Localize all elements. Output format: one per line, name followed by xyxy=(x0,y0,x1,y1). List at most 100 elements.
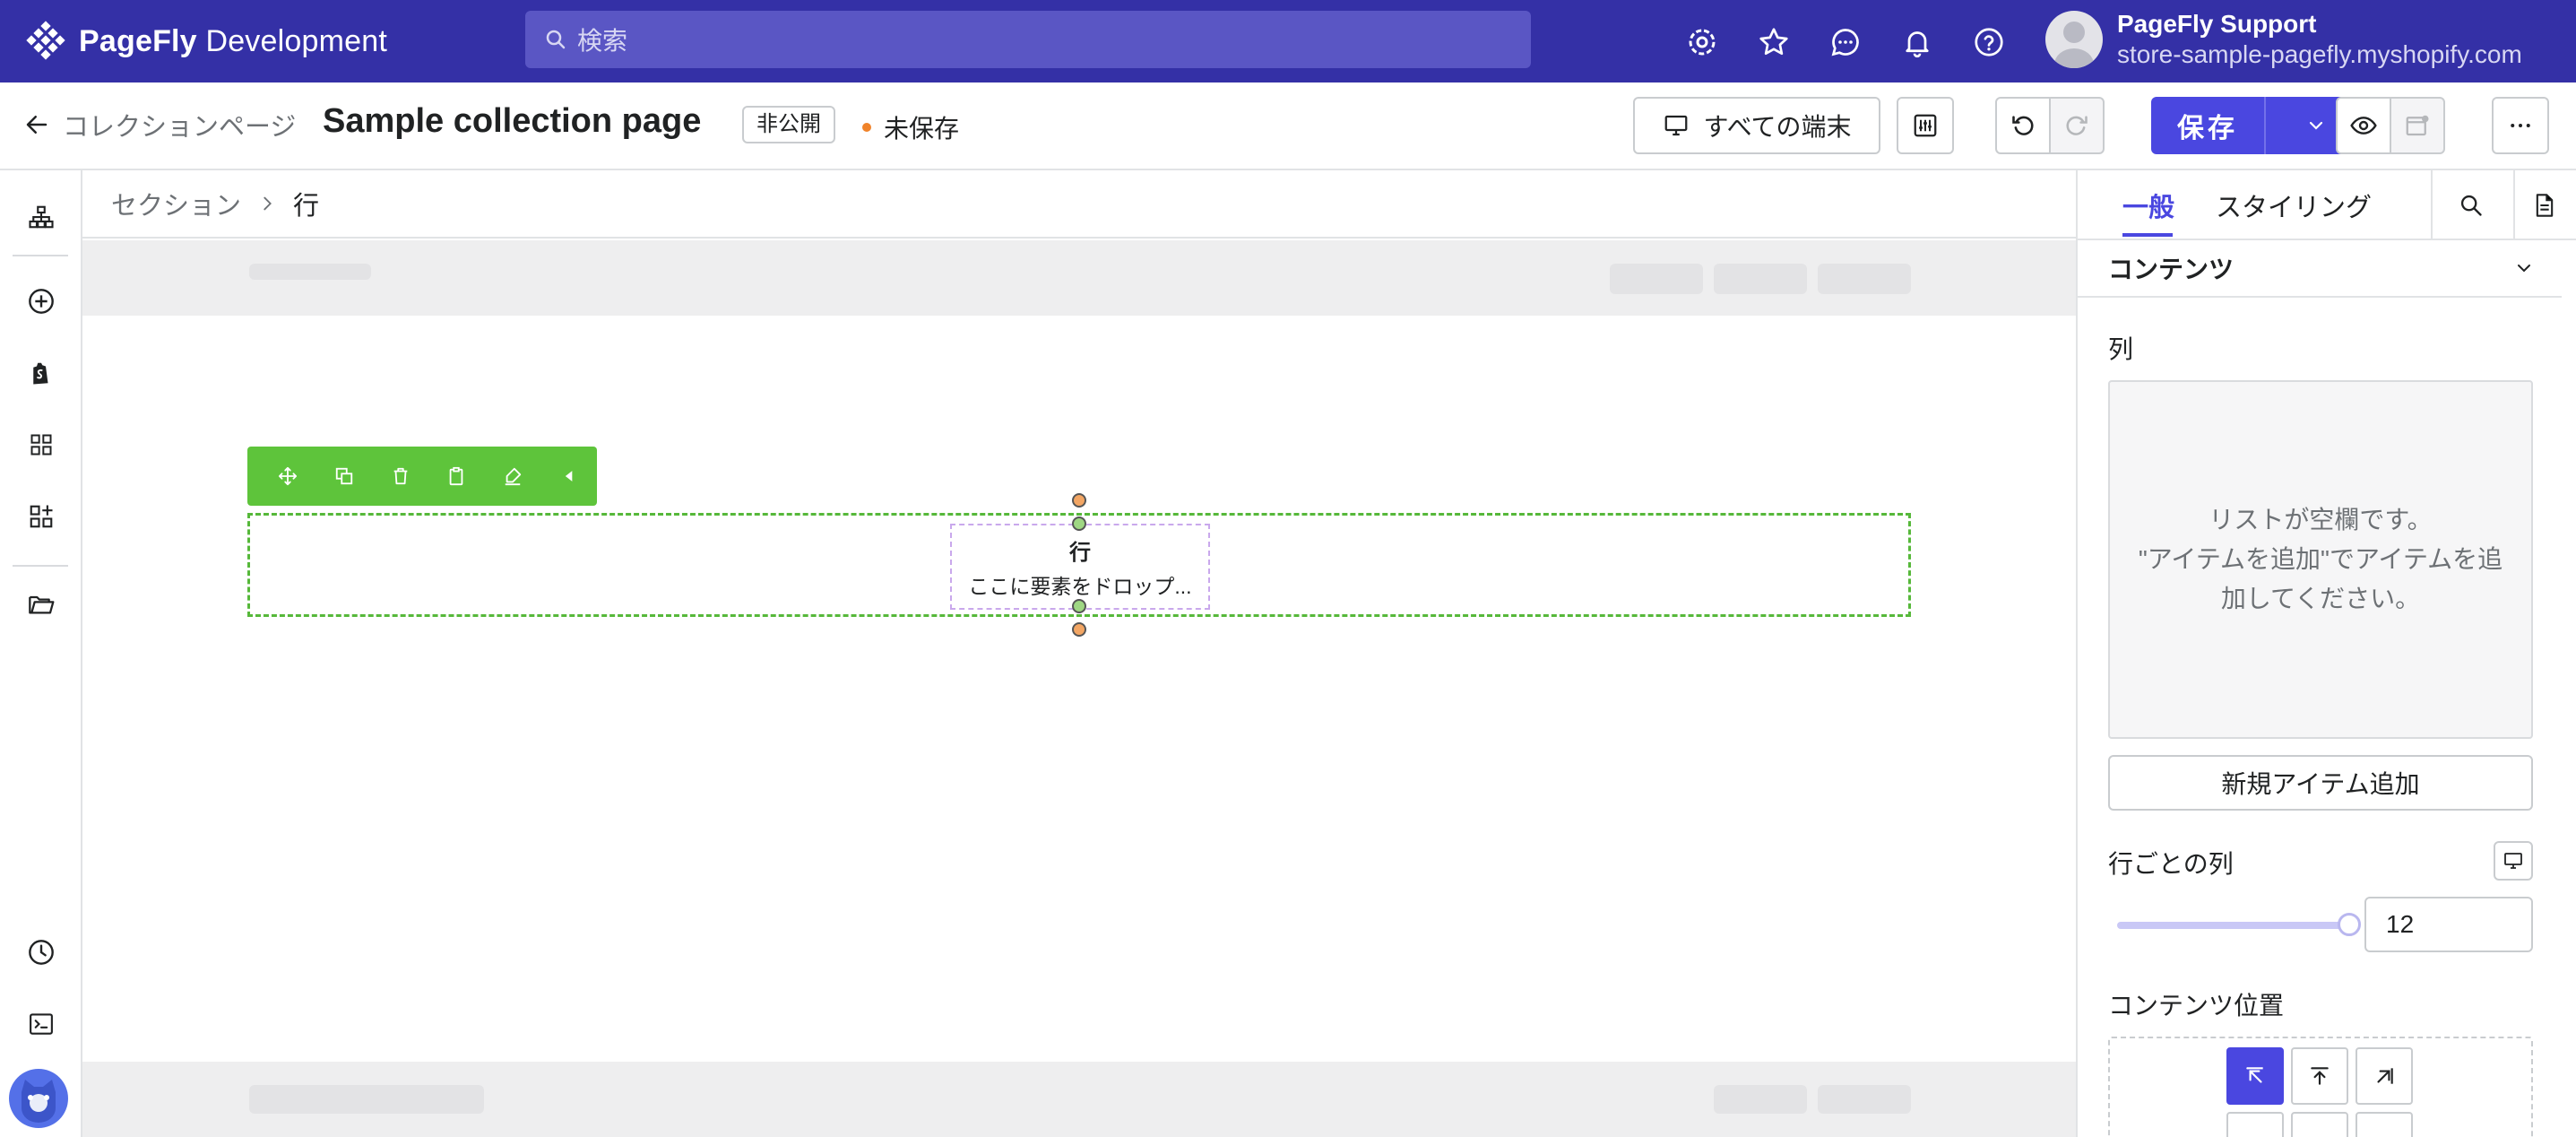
position-middle-right[interactable] xyxy=(2356,1112,2413,1137)
unsaved-label: 未保存 xyxy=(884,115,960,143)
padding-handle-top[interactable] xyxy=(1072,516,1086,531)
theme-header-placeholder xyxy=(82,240,2076,316)
more-options-button[interactable] xyxy=(2492,97,2549,154)
responsive-device-button[interactable] xyxy=(2494,841,2533,881)
copy-button[interactable] xyxy=(428,447,485,506)
row-label: 行 xyxy=(1069,540,1091,565)
trash-icon xyxy=(391,466,411,486)
content-section-title: コンテンツ xyxy=(2108,256,2235,283)
back-link[interactable]: コレクションページ xyxy=(23,106,296,143)
theme-footer-placeholder xyxy=(82,1062,2076,1137)
undo-icon xyxy=(2010,113,2036,138)
style-brush-button[interactable] xyxy=(485,447,541,506)
sidebar-divider xyxy=(13,255,68,256)
empty-list-message: リストが空欄です。 xyxy=(2209,506,2433,534)
save-button[interactable]: 保存 xyxy=(2151,97,2266,154)
skeleton-logo xyxy=(249,264,371,280)
add-widget-icon[interactable] xyxy=(20,495,63,538)
search-input[interactable]: 検索 xyxy=(525,11,1531,68)
skeleton-nav-item xyxy=(1610,264,1703,294)
tab-divider xyxy=(2431,170,2433,240)
caret-left-icon xyxy=(560,467,578,485)
inspector-panel: 一般 スタイリング コンテンツ 列 リストが空欄です。 "アイテムを追加"でアイ… xyxy=(2076,170,2576,1137)
chat-icon[interactable] xyxy=(1825,22,1866,63)
page-settings-button[interactable] xyxy=(1897,97,1954,154)
breadcrumb-item-section[interactable]: セクション xyxy=(111,185,241,222)
tab-styling[interactable]: スタイリング xyxy=(2216,187,2372,224)
pagefly-logo-icon xyxy=(25,21,66,62)
columns-per-row-value: 12 xyxy=(2386,910,2415,938)
chevron-down-icon xyxy=(2305,115,2327,136)
skeleton-footer-item xyxy=(1818,1085,1911,1114)
ellipsis-icon xyxy=(2507,112,2534,139)
padding-handle-bottom[interactable] xyxy=(1072,599,1086,613)
mascot-avatar[interactable] xyxy=(9,1069,68,1128)
search-placeholder: 検索 xyxy=(577,27,628,55)
position-top-right[interactable] xyxy=(2356,1047,2413,1105)
terminal-icon[interactable] xyxy=(20,1002,63,1046)
skeleton-footer-item xyxy=(1714,1085,1807,1114)
columns-per-row-input[interactable]: 12 xyxy=(2364,897,2533,952)
user-menu[interactable]: PageFly Support store-sample-pagefly.mys… xyxy=(2045,9,2522,70)
store-domain: store-sample-pagefly.myshopify.com xyxy=(2117,40,2522,68)
columns-slider-track[interactable] xyxy=(2117,922,2347,929)
position-middle-left[interactable] xyxy=(2226,1112,2284,1137)
column-list-empty: リストが空欄です。 "アイテムを追加"でアイテムを追加してください。 xyxy=(2108,380,2533,739)
folder-icon[interactable] xyxy=(20,583,63,626)
brand-name: PageFly Development xyxy=(79,23,387,58)
history-icon[interactable] xyxy=(20,931,63,974)
add-circle-icon[interactable] xyxy=(20,280,63,323)
position-top-center[interactable] xyxy=(2291,1047,2348,1105)
redo-button[interactable] xyxy=(2049,97,2105,154)
content-position-grid xyxy=(2108,1037,2533,1137)
device-selector-button[interactable]: すべての端末 xyxy=(1633,97,1880,154)
resize-handle-bottom[interactable] xyxy=(1072,622,1086,637)
user-name: PageFly Support xyxy=(2117,10,2317,38)
status-badge: 非公開 xyxy=(742,106,835,143)
delete-button[interactable] xyxy=(372,447,428,506)
inspector-tabs: 一般 スタイリング xyxy=(2078,170,2576,240)
page-canvas[interactable] xyxy=(82,240,2076,1137)
element-toolbar xyxy=(247,447,597,506)
resize-handle-top[interactable] xyxy=(1072,493,1086,508)
duplicate-button[interactable] xyxy=(316,447,373,506)
document-icon[interactable] xyxy=(2526,187,2563,224)
page-title: Sample collection page xyxy=(323,102,702,140)
grid-icon[interactable] xyxy=(20,423,63,466)
left-sidebar xyxy=(0,170,82,1137)
columns-slider-thumb[interactable] xyxy=(2338,913,2361,936)
inspector-search-icon[interactable] xyxy=(2452,187,2490,224)
move-button[interactable] xyxy=(260,447,316,506)
settings-icon[interactable] xyxy=(1681,22,1723,63)
chevron-down-icon xyxy=(2513,257,2535,279)
shopify-icon[interactable] xyxy=(20,352,63,395)
columns-label: 列 xyxy=(2108,335,2134,363)
chevron-right-icon xyxy=(257,194,277,213)
arrow-up-icon xyxy=(2308,1064,2331,1088)
skeleton-footer-text xyxy=(249,1085,484,1114)
publish-button[interactable] xyxy=(2390,97,2445,154)
editor-header: コレクションページ Sample collection page 非公開 未保存… xyxy=(0,82,2576,170)
content-section-header[interactable]: コンテンツ xyxy=(2078,240,2562,298)
tab-general[interactable]: 一般 xyxy=(2122,187,2174,224)
undo-button[interactable] xyxy=(1995,97,2051,154)
skeleton-nav-item xyxy=(1818,264,1911,294)
sitemap-icon[interactable] xyxy=(20,195,63,239)
add-item-button[interactable]: 新規アイテム追加 xyxy=(2108,755,2533,811)
unsaved-indicator: 未保存 xyxy=(862,109,959,145)
bell-icon[interactable] xyxy=(1897,22,1938,63)
star-icon[interactable] xyxy=(1753,22,1794,63)
preview-button[interactable] xyxy=(2336,97,2391,154)
empty-list-hint: "アイテムを追加"でアイテムを追加してください。 xyxy=(2138,545,2503,612)
top-navigation-bar: PageFly Development 検索 PageFly Support s… xyxy=(0,0,2576,82)
arrow-up-right-icon xyxy=(2373,1064,2396,1088)
brand-logo[interactable]: PageFly Development xyxy=(25,20,387,63)
position-top-left[interactable] xyxy=(2226,1047,2284,1105)
move-icon xyxy=(278,466,298,486)
help-icon[interactable] xyxy=(1968,22,2010,63)
skeleton-nav-item xyxy=(1714,264,1807,294)
collapse-toolbar-button[interactable] xyxy=(540,447,597,506)
column-drop-zone[interactable]: 行 ここに要素をドロップ... xyxy=(950,524,1210,610)
breadcrumb-item-row[interactable]: 行 xyxy=(293,185,319,222)
position-middle-center[interactable] xyxy=(2291,1112,2348,1137)
